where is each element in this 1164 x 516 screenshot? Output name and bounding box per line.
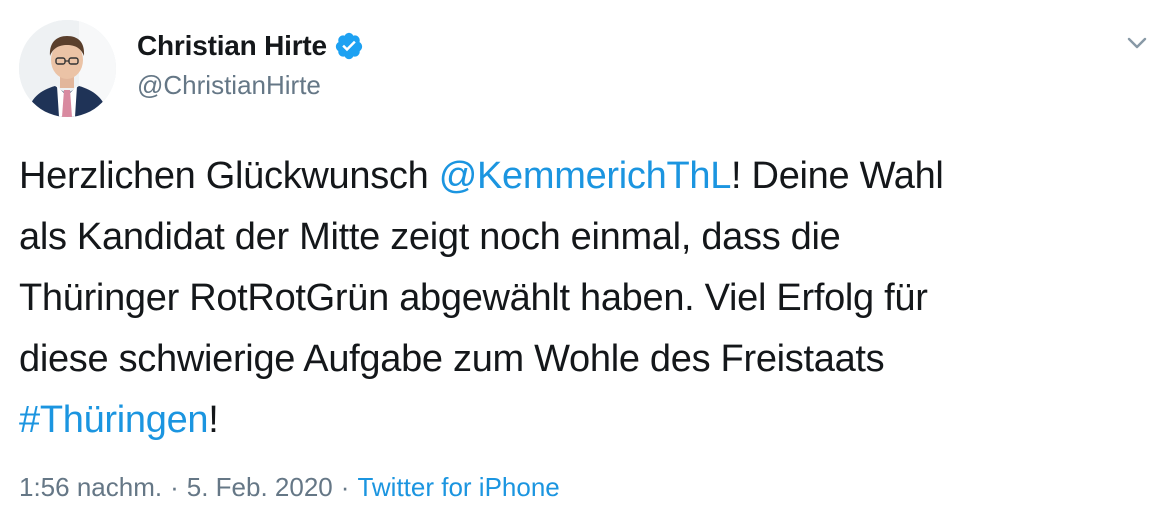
tweet-text-line: diese schwierige Aufgabe zum Wohle des F… bbox=[19, 338, 885, 380]
meta-separator: · bbox=[170, 472, 179, 502]
tweet-text-line: #Thüringen! bbox=[19, 390, 1144, 451]
author-display-name[interactable]: Christian Hirte bbox=[137, 30, 327, 62]
tweet-date[interactable]: 5. Feb. 2020 bbox=[187, 472, 333, 502]
tweet-metadata: 1:56 nachm. · 5. Feb. 2020 · Twitter for iPh… bbox=[19, 472, 560, 503]
tweet-text-segment: Herzlichen Glückwunsch bbox=[19, 155, 439, 197]
tweet-text-segment: ! Deine Wahl bbox=[731, 155, 944, 197]
meta-separator: · bbox=[340, 472, 350, 502]
tweet-text-line: als Kandidat der Mitte zeigt noch einmal… bbox=[19, 216, 841, 258]
hashtag-link[interactable]: #Thüringen bbox=[19, 399, 209, 441]
author-avatar[interactable] bbox=[19, 20, 116, 117]
tweet-time[interactable]: 1:56 nachm. bbox=[19, 472, 162, 502]
tweet-text-line: Thüringer RotRotGrün abgewählt haben. Vi… bbox=[19, 277, 928, 319]
tweet-text-segment: ! bbox=[208, 399, 219, 441]
tweet-card: Christian Hirte @ChristianHirte Herzlich… bbox=[0, 0, 1164, 516]
chevron-down-icon[interactable] bbox=[1122, 28, 1152, 58]
avatar-photo-image bbox=[19, 20, 116, 117]
tweet-source-link[interactable]: Twitter for iPhone bbox=[357, 472, 559, 502]
author-name-row[interactable]: Christian Hirte bbox=[137, 26, 364, 66]
mention-link[interactable]: @KemmerichThL bbox=[439, 155, 732, 197]
author-handle[interactable]: @ChristianHirte bbox=[137, 70, 321, 101]
tweet-text: Herzlichen Glückwunsch @KemmerichThL! De… bbox=[19, 146, 1144, 451]
verified-badge-icon bbox=[334, 31, 364, 61]
tweet-text-line: Herzlichen Glückwunsch @KemmerichThL! De… bbox=[19, 146, 1144, 207]
